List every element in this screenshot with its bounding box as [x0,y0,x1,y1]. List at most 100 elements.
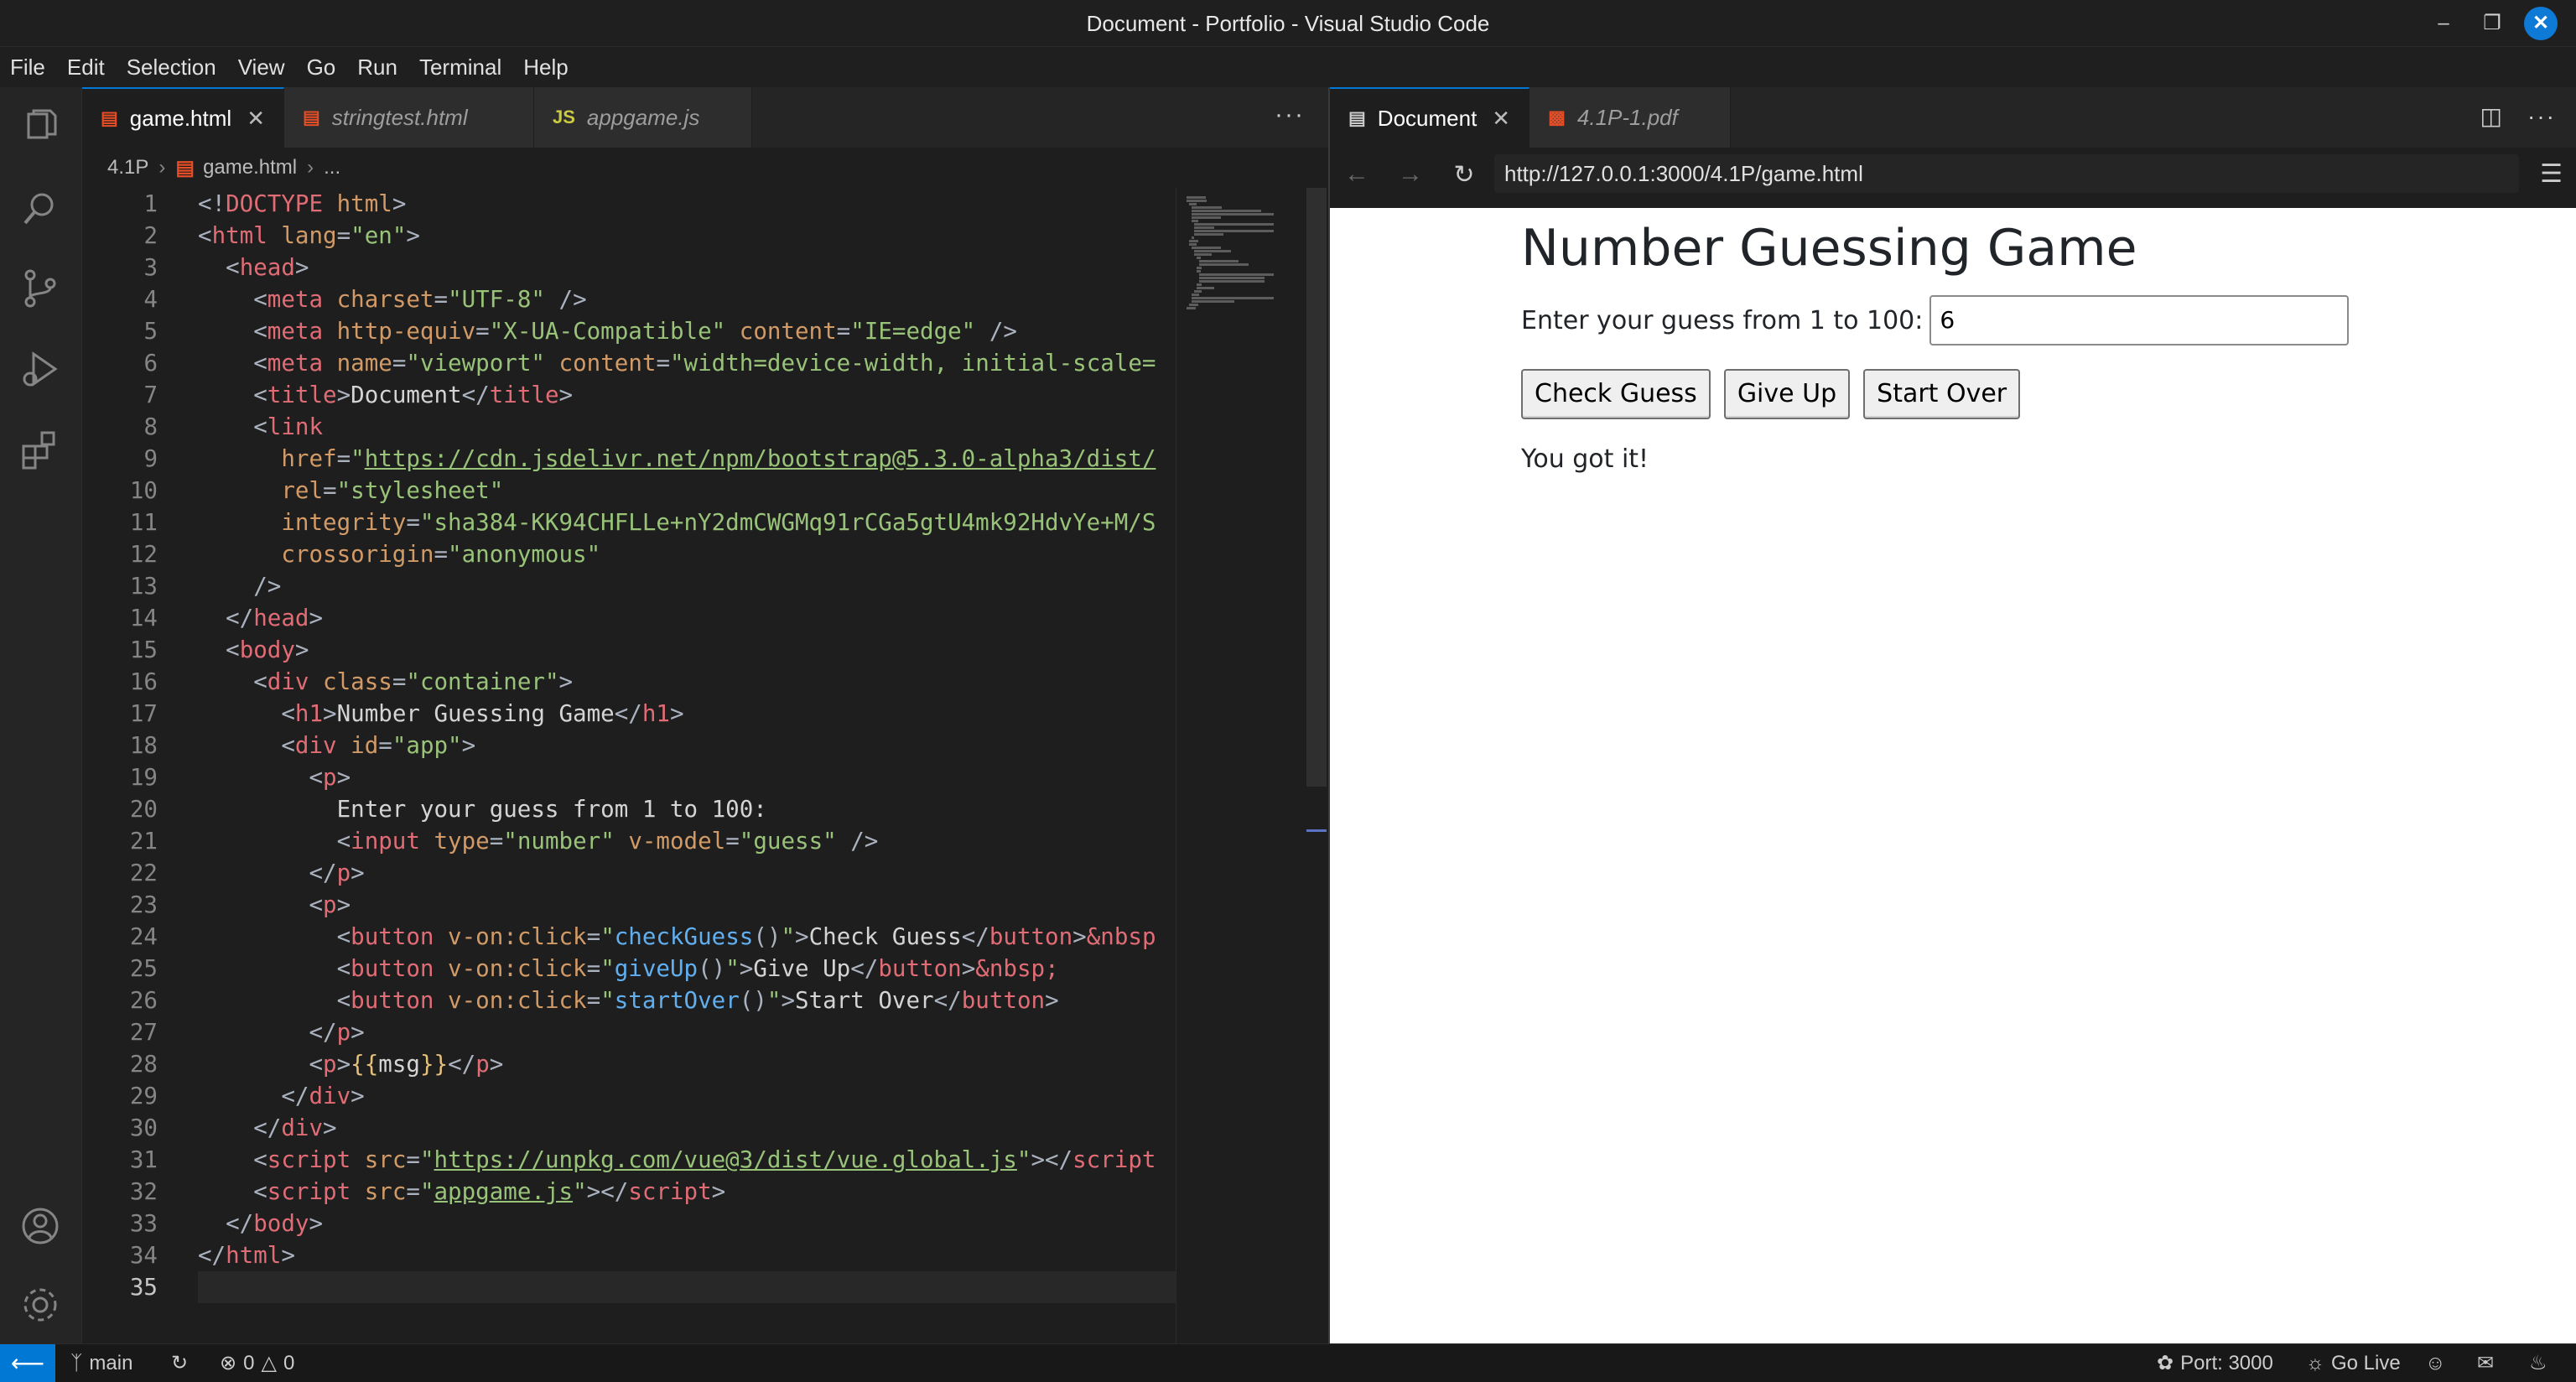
code-line[interactable]: </div> [198,1080,1176,1112]
code-line[interactable]: <title>Document</title> [198,379,1176,411]
tab-pdf[interactable]: ▩ 4.1P-1.pdf [1530,87,1732,148]
menu-edit[interactable]: Edit [67,55,105,81]
line-number: 25 [129,955,158,982]
start-over-button[interactable]: Start Over [1863,369,2021,419]
chevron-right-icon: › [158,156,166,179]
line-number: 29 [129,1083,158,1109]
code-line[interactable]: </div> [198,1112,1176,1144]
more-actions-icon[interactable]: ··· [2527,103,2556,130]
tab-document-preview[interactable]: ▤ Document ✕ [1330,87,1530,148]
problems-status[interactable]: ⊗ 0 △ 0 [220,1344,294,1382]
window-title: Document - Portfolio - Visual Studio Cod… [1086,11,1490,36]
minimize-icon[interactable]: – [2427,7,2460,40]
guess-input[interactable]: 6 [1929,295,2350,346]
restore-icon[interactable]: ❐ [2475,7,2509,40]
menu-run[interactable]: Run [357,55,397,81]
copilot-icon[interactable]: ☺ [2425,1344,2446,1382]
reload-icon[interactable]: ↻ [1437,160,1491,190]
code-line[interactable]: <div id="app"> [198,730,1176,761]
close-icon[interactable]: ✕ [247,106,265,132]
close-window-icon[interactable]: ✕ [2524,7,2558,40]
code-line[interactable]: </html> [198,1239,1176,1271]
code-line[interactable]: <meta http-equiv="X-UA-Compatible" conte… [198,315,1176,347]
code-line[interactable]: crossorigin="anonymous" [198,538,1176,570]
line-numbers: 1 2 3 4 5 6 7 8 9 10 11 12 13 14 15 16 17 18 19 20 21 22 23 24 2… [82,188,158,1303]
code-line[interactable]: <meta charset="UTF-8" /> [198,283,1176,315]
code-line[interactable]: <link [198,411,1176,443]
code-line[interactable]: <body> [198,634,1176,666]
back-arrow-icon[interactable]: ← [1330,160,1384,189]
menu-view[interactable]: View [238,55,285,81]
source-control-icon[interactable] [17,265,64,312]
menu-go[interactable]: Go [307,55,336,81]
minimap[interactable] [1176,188,1327,1343]
notifications-bell-icon[interactable]: ♨ [2529,1344,2547,1382]
code-lines[interactable]: <!DOCTYPE html> <html lang="en"> <head> … [198,188,1176,1303]
code-line[interactable] [198,1271,1176,1303]
code-line[interactable]: <html lang="en"> [198,220,1176,252]
code-line[interactable]: <script src="https://unpkg.com/vue@3/dis… [198,1144,1176,1176]
code-line[interactable]: <!DOCTYPE html> [198,188,1176,220]
sync-icon[interactable]: ↻ [171,1344,188,1382]
remote-indicator-icon[interactable]: ⟵ [0,1344,55,1382]
code-line[interactable]: rel="stylesheet" [198,475,1176,507]
url-input[interactable]: http://127.0.0.1:3000/4.1P/game.html [1494,154,2519,193]
feedback-icon[interactable]: ✉ [2477,1344,2494,1382]
check-guess-button[interactable]: Check Guess [1521,369,1711,419]
port-status[interactable]: ✿ Port: 3000 [2157,1344,2273,1382]
more-actions-icon[interactable]: ··· [1275,101,1305,129]
code-line[interactable]: <script src="appgame.js"></script> [198,1176,1176,1208]
explorer-icon[interactable] [17,104,64,151]
close-icon[interactable]: ✕ [1492,106,1510,132]
breadcrumb-folder[interactable]: 4.1P [107,156,148,179]
vertical-scrollbar[interactable] [1306,188,1327,787]
breadcrumb-file[interactable]: game.html [203,156,297,179]
menu-file[interactable]: File [10,55,45,81]
minimap-line [1199,263,1249,266]
breadcrumb-symbol[interactable]: ... [324,156,340,179]
tab-appgame-js[interactable]: JS appgame.js [533,87,752,148]
code-line[interactable]: <button v-on:click="startOver()">Start O… [198,985,1176,1016]
split-editor-icon[interactable]: ◫ [2480,102,2502,130]
code-line[interactable]: /> [198,570,1176,602]
code-line[interactable]: <p> [198,889,1176,921]
code-line[interactable]: Enter your guess from 1 to 100: [198,793,1176,825]
go-live-button[interactable]: ☼ Go Live [2306,1344,2401,1382]
code-line[interactable]: <meta name="viewport" content="width=dev… [198,347,1176,379]
menu-terminal[interactable]: Terminal [419,55,501,81]
code-line[interactable]: </head> [198,602,1176,634]
code-line[interactable]: integrity="sha384-KK94CHFLLe+nY2dmCWGMq9… [198,507,1176,538]
minimap-line [1197,270,1201,273]
minimap-line [1187,307,1196,309]
code-line[interactable]: <div class="container"> [198,666,1176,698]
search-icon[interactable] [17,184,64,231]
menu-selection[interactable]: Selection [127,55,216,81]
branch-status[interactable]: ᛉ main [70,1344,132,1382]
code-line[interactable]: <h1>Number Guessing Game</h1> [198,698,1176,730]
code-line[interactable]: <button v-on:click="checkGuess()">Check … [198,921,1176,953]
give-up-button[interactable]: Give Up [1723,369,1851,419]
run-debug-icon[interactable] [17,346,64,392]
line-number: 34 [129,1242,158,1269]
code-line[interactable]: <input type="number" v-model="guess" /> [198,825,1176,857]
code-line[interactable]: </p> [198,857,1176,889]
code-line[interactable]: <button v-on:click="giveUp()">Give Up</b… [198,953,1176,985]
code-editor[interactable]: 1 2 3 4 5 6 7 8 9 10 11 12 13 14 15 16 17 18 19 20 21 22 23 24 2… [82,188,1176,1337]
hamburger-menu-icon[interactable]: ☰ [2540,159,2563,189]
forward-arrow-icon[interactable]: → [1384,160,1437,189]
code-line[interactable]: <p>{{msg}}</p> [198,1048,1176,1080]
settings-gear-icon[interactable] [17,1281,64,1328]
code-line[interactable]: <head> [198,252,1176,283]
minimap-line [1194,233,1223,236]
menu-help[interactable]: Help [523,55,568,81]
line-number: 22 [129,860,158,886]
code-line[interactable]: </p> [198,1016,1176,1048]
tab-stringtest-html[interactable]: ▤ stringtest.html [283,87,534,148]
tab-game-html[interactable]: ▤ game.html ✕ [82,87,284,148]
code-line[interactable]: <p> [198,761,1176,793]
accounts-icon[interactable] [17,1203,64,1250]
extensions-icon[interactable] [17,426,64,473]
minimap-line [1192,300,1234,303]
code-line[interactable]: </body> [198,1208,1176,1239]
code-line[interactable]: href="https://cdn.jsdelivr.net/npm/boots… [198,443,1176,475]
